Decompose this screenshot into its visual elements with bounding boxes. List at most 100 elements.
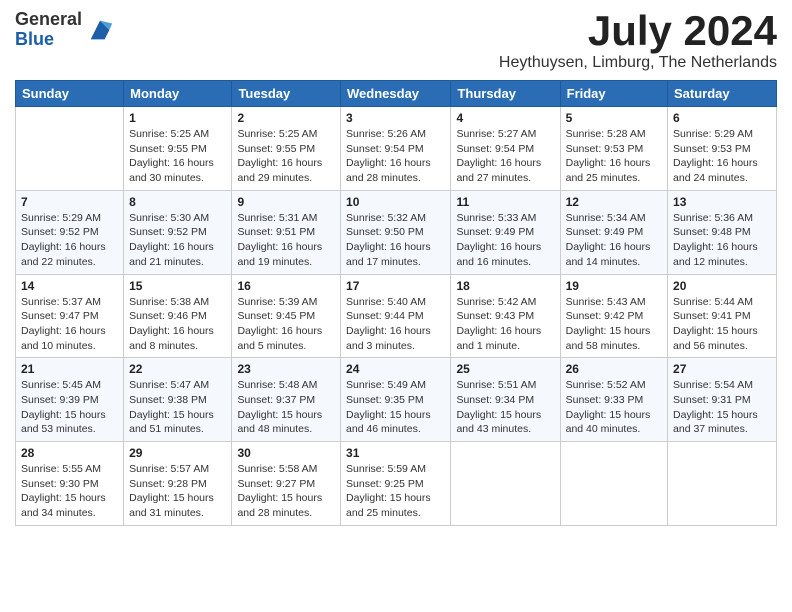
day-number: 13	[673, 195, 771, 209]
calendar-cell: 27 Sunrise: 5:54 AM Sunset: 9:31 PM Dayli…	[668, 358, 777, 442]
calendar-cell	[560, 442, 667, 526]
calendar-cell: 9 Sunrise: 5:31 AM Sunset: 9:51 PM Daylig…	[232, 190, 341, 274]
calendar-week-row: 28 Sunrise: 5:55 AM Sunset: 9:30 PM Dayli…	[16, 442, 777, 526]
day-number: 11	[456, 195, 554, 209]
calendar-week-row: 1 Sunrise: 5:25 AM Sunset: 9:55 PM Daylig…	[16, 107, 777, 191]
calendar-cell: 17 Sunrise: 5:40 AM Sunset: 9:44 PM Dayli…	[341, 274, 451, 358]
day-info: Sunrise: 5:28 AM Sunset: 9:53 PM Dayligh…	[566, 127, 662, 186]
logo-icon	[86, 16, 114, 44]
day-number: 16	[237, 279, 335, 293]
calendar-cell: 22 Sunrise: 5:47 AM Sunset: 9:38 PM Dayli…	[124, 358, 232, 442]
day-number: 3	[346, 111, 445, 125]
day-number: 25	[456, 362, 554, 376]
calendar-header-cell: Friday	[560, 81, 667, 107]
calendar-cell: 30Sunrise: 5:58 AM Sunset: 9:27 PM Dayli…	[232, 442, 341, 526]
calendar-cell: 11Sunrise: 5:33 AM Sunset: 9:49 PM Dayli…	[451, 190, 560, 274]
calendar-header: SundayMondayTuesdayWednesdayThursdayFrid…	[16, 81, 777, 107]
calendar-cell: 15 Sunrise: 5:38 AM Sunset: 9:46 PM Dayli…	[124, 274, 232, 358]
day-number: 27	[673, 362, 771, 376]
logo-blue-text: Blue	[15, 30, 82, 50]
day-number: 9	[237, 195, 335, 209]
day-number: 2	[237, 111, 335, 125]
day-info: Sunrise: 5:27 AM Sunset: 9:54 PM Dayligh…	[456, 127, 554, 186]
day-info: Sunrise: 5:54 AM Sunset: 9:31 PM Dayligh…	[673, 378, 771, 437]
day-number: 23	[237, 362, 335, 376]
calendar-header-cell: Tuesday	[232, 81, 341, 107]
day-number: 1	[129, 111, 226, 125]
day-number: 14	[21, 279, 118, 293]
day-number: 18	[456, 279, 554, 293]
day-number: 15	[129, 279, 226, 293]
calendar-header-cell: Monday	[124, 81, 232, 107]
calendar-cell: 10Sunrise: 5:32 AM Sunset: 9:50 PM Dayli…	[341, 190, 451, 274]
day-number: 30	[237, 446, 335, 460]
day-info: Sunrise: 5:52 AM Sunset: 9:33 PM Dayligh…	[566, 378, 662, 437]
calendar-cell: 5 Sunrise: 5:28 AM Sunset: 9:53 PM Daylig…	[560, 107, 667, 191]
calendar-cell: 21 Sunrise: 5:45 AM Sunset: 9:39 PM Dayli…	[16, 358, 124, 442]
day-info: Sunrise: 5:25 AM Sunset: 9:55 PM Dayligh…	[129, 127, 226, 186]
calendar-cell: 18 Sunrise: 5:42 AM Sunset: 9:43 PM Dayli…	[451, 274, 560, 358]
calendar-cell: 20Sunrise: 5:44 AM Sunset: 9:41 PM Dayli…	[668, 274, 777, 358]
page-header: General Blue July 2024 Heythuysen, Limbu…	[15, 10, 777, 72]
calendar-header-cell: Thursday	[451, 81, 560, 107]
month-title: July 2024	[499, 10, 777, 52]
day-info: Sunrise: 5:38 AM Sunset: 9:46 PM Dayligh…	[129, 295, 226, 354]
day-info: Sunrise: 5:37 AM Sunset: 9:47 PM Dayligh…	[21, 295, 118, 354]
location-title: Heythuysen, Limburg, The Netherlands	[499, 54, 777, 72]
calendar-cell: 19 Sunrise: 5:43 AM Sunset: 9:42 PM Dayli…	[560, 274, 667, 358]
day-info: Sunrise: 5:29 AM Sunset: 9:53 PM Dayligh…	[673, 127, 771, 186]
calendar-cell: 3 Sunrise: 5:26 AM Sunset: 9:54 PM Daylig…	[341, 107, 451, 191]
day-number: 12	[566, 195, 662, 209]
calendar-header-row: SundayMondayTuesdayWednesdayThursdayFrid…	[16, 81, 777, 107]
day-info: Sunrise: 5:40 AM Sunset: 9:44 PM Dayligh…	[346, 295, 445, 354]
day-number: 6	[673, 111, 771, 125]
day-info: Sunrise: 5:42 AM Sunset: 9:43 PM Dayligh…	[456, 295, 554, 354]
day-info: Sunrise: 5:55 AM Sunset: 9:30 PM Dayligh…	[21, 462, 118, 521]
day-number: 20	[673, 279, 771, 293]
day-info: Sunrise: 5:30 AM Sunset: 9:52 PM Dayligh…	[129, 211, 226, 270]
calendar-header-cell: Saturday	[668, 81, 777, 107]
calendar-cell: 7Sunrise: 5:29 AM Sunset: 9:52 PM Daylig…	[16, 190, 124, 274]
calendar-week-row: 7Sunrise: 5:29 AM Sunset: 9:52 PM Daylig…	[16, 190, 777, 274]
day-number: 24	[346, 362, 445, 376]
day-info: Sunrise: 5:47 AM Sunset: 9:38 PM Dayligh…	[129, 378, 226, 437]
calendar-cell	[451, 442, 560, 526]
day-number: 19	[566, 279, 662, 293]
day-number: 5	[566, 111, 662, 125]
calendar-cell: 1 Sunrise: 5:25 AM Sunset: 9:55 PM Daylig…	[124, 107, 232, 191]
day-info: Sunrise: 5:43 AM Sunset: 9:42 PM Dayligh…	[566, 295, 662, 354]
calendar-cell: 12 Sunrise: 5:34 AM Sunset: 9:49 PM Dayli…	[560, 190, 667, 274]
calendar-cell: 23 Sunrise: 5:48 AM Sunset: 9:37 PM Dayli…	[232, 358, 341, 442]
calendar-cell: 25 Sunrise: 5:51 AM Sunset: 9:34 PM Dayli…	[451, 358, 560, 442]
day-number: 22	[129, 362, 226, 376]
day-info: Sunrise: 5:31 AM Sunset: 9:51 PM Dayligh…	[237, 211, 335, 270]
calendar-cell: 16 Sunrise: 5:39 AM Sunset: 9:45 PM Dayli…	[232, 274, 341, 358]
logo: General Blue	[15, 10, 114, 50]
calendar-table: SundayMondayTuesdayWednesdayThursdayFrid…	[15, 80, 777, 526]
calendar-cell: 26 Sunrise: 5:52 AM Sunset: 9:33 PM Dayli…	[560, 358, 667, 442]
day-number: 10	[346, 195, 445, 209]
day-info: Sunrise: 5:26 AM Sunset: 9:54 PM Dayligh…	[346, 127, 445, 186]
day-number: 21	[21, 362, 118, 376]
calendar-cell: 4Sunrise: 5:27 AM Sunset: 9:54 PM Daylig…	[451, 107, 560, 191]
day-number: 26	[566, 362, 662, 376]
calendar-cell	[16, 107, 124, 191]
day-number: 31	[346, 446, 445, 460]
logo-general-text: General	[15, 10, 82, 30]
calendar-cell: 29Sunrise: 5:57 AM Sunset: 9:28 PM Dayli…	[124, 442, 232, 526]
day-info: Sunrise: 5:39 AM Sunset: 9:45 PM Dayligh…	[237, 295, 335, 354]
day-number: 17	[346, 279, 445, 293]
day-info: Sunrise: 5:51 AM Sunset: 9:34 PM Dayligh…	[456, 378, 554, 437]
calendar-body: 1 Sunrise: 5:25 AM Sunset: 9:55 PM Daylig…	[16, 107, 777, 526]
day-info: Sunrise: 5:48 AM Sunset: 9:37 PM Dayligh…	[237, 378, 335, 437]
day-number: 7	[21, 195, 118, 209]
day-info: Sunrise: 5:34 AM Sunset: 9:49 PM Dayligh…	[566, 211, 662, 270]
calendar-cell: 28 Sunrise: 5:55 AM Sunset: 9:30 PM Dayli…	[16, 442, 124, 526]
day-info: Sunrise: 5:49 AM Sunset: 9:35 PM Dayligh…	[346, 378, 445, 437]
day-info: Sunrise: 5:59 AM Sunset: 9:25 PM Dayligh…	[346, 462, 445, 521]
day-number: 29	[129, 446, 226, 460]
day-info: Sunrise: 5:45 AM Sunset: 9:39 PM Dayligh…	[21, 378, 118, 437]
calendar-cell: 2Sunrise: 5:25 AM Sunset: 9:55 PM Daylig…	[232, 107, 341, 191]
calendar-cell: 14 Sunrise: 5:37 AM Sunset: 9:47 PM Dayli…	[16, 274, 124, 358]
day-number: 28	[21, 446, 118, 460]
